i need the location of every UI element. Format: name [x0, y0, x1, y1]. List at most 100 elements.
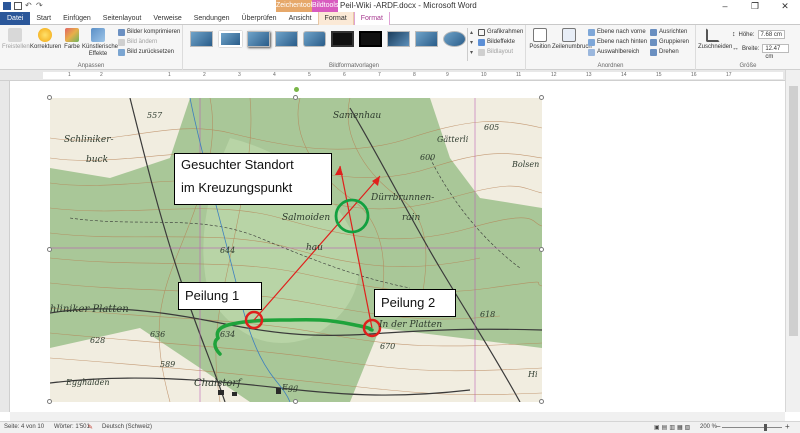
resize-handle-left[interactable]	[47, 247, 52, 252]
ruler-number: 16	[691, 72, 697, 78]
tab-references[interactable]: Verweise	[147, 12, 187, 25]
align-button[interactable]: Ausrichten	[650, 28, 687, 37]
close-button[interactable]: ✕	[770, 0, 800, 12]
picture-effects-button[interactable]: Bildeffekte	[478, 38, 515, 47]
tab-format-drawing[interactable]: Format	[317, 12, 354, 25]
crop-button[interactable]: Zuschneiden	[698, 28, 732, 51]
language-indicator[interactable]: Deutsch (Schweiz)	[102, 424, 152, 430]
send-backward-button[interactable]: Ebene nach hinten	[588, 38, 647, 47]
map-label: Hi	[528, 370, 538, 379]
map-label: buck	[86, 155, 109, 165]
picture-border-button[interactable]: Grafikrahmen	[478, 28, 523, 37]
map-label: rain	[402, 213, 421, 223]
width-input[interactable]: 12.47 cm	[762, 44, 790, 60]
picture-style-6[interactable]	[331, 31, 354, 47]
redo-icon[interactable]: ↷	[36, 2, 44, 10]
save-icon[interactable]	[14, 2, 22, 10]
ruler-number: 11	[516, 72, 522, 78]
align-icon	[650, 29, 657, 36]
picture-style-4[interactable]	[275, 31, 298, 47]
change-picture-icon	[118, 39, 125, 46]
map-label: Egg	[282, 383, 299, 392]
zoom-out-button[interactable]: −	[716, 422, 721, 431]
group-arrange: Position Zeilenumbruch Ebene nach vorne …	[526, 25, 696, 70]
picture-style-9[interactable]	[415, 31, 438, 47]
height-icon: ↕	[732, 31, 736, 38]
resize-handle-right[interactable]	[539, 247, 544, 252]
word-count[interactable]: Wörter: 1'501	[54, 424, 90, 430]
context-header-drawing-tools: Zeichentools	[276, 0, 316, 12]
callout-bearing-2[interactable]: Peilung 2	[374, 289, 456, 317]
compress-pictures-button[interactable]: Bilder komprimieren	[118, 28, 180, 37]
tab-view[interactable]: Ansicht	[283, 12, 318, 25]
view-buttons[interactable]: ▣▤▥▦▧	[654, 424, 692, 431]
zoom-level[interactable]: 200 %	[700, 424, 717, 430]
map-picture[interactable]: Samenhau Gätterli Schliniker- buck Dürrb…	[50, 98, 542, 402]
picture-style-3[interactable]	[247, 31, 270, 47]
picture-style-7[interactable]	[359, 31, 382, 47]
styles-gallery-scroll[interactable]: ▴ ▾ ▾	[467, 28, 475, 61]
picture-style-2[interactable]	[219, 31, 242, 47]
undo-icon[interactable]: ↶	[25, 2, 33, 10]
ruler-number: 13	[586, 72, 592, 78]
text-wrap-button[interactable]: Zeilenumbruch	[552, 28, 592, 51]
picture-style-10[interactable]	[443, 31, 466, 47]
tab-start[interactable]: Start	[30, 12, 57, 25]
proofing-icon[interactable]: ✎	[88, 424, 93, 431]
ruler-number: 3	[238, 72, 241, 78]
resize-handle-bottom[interactable]	[293, 399, 298, 404]
maximize-button[interactable]: ❐	[740, 0, 770, 12]
page-count[interactable]: Seite: 4 von 10	[4, 424, 44, 430]
tab-insert[interactable]: Einfügen	[57, 12, 97, 25]
tab-file[interactable]: Datei	[0, 12, 31, 25]
rotate-button[interactable]: Drehen	[650, 48, 679, 57]
reset-picture-icon	[118, 49, 125, 56]
resize-handle-top-left[interactable]	[47, 95, 52, 100]
map-number: 644	[220, 246, 236, 255]
rotate-icon	[650, 49, 657, 56]
horizontal-scrollbar[interactable]	[10, 412, 785, 421]
tab-format-picture[interactable]: Format	[353, 12, 390, 25]
picture-style-5[interactable]	[303, 31, 326, 47]
picture-layout-button[interactable]: Bildlayout	[478, 48, 513, 57]
rotation-handle[interactable]	[294, 87, 299, 92]
resize-handle-bottom-right[interactable]	[539, 399, 544, 404]
height-input[interactable]: 7.68 cm	[757, 30, 785, 39]
callout-bearing-1[interactable]: Peilung 1	[178, 282, 262, 310]
zoom-slider-knob[interactable]	[764, 424, 767, 431]
position-button[interactable]: Position	[529, 28, 551, 51]
picture-style-1[interactable]	[190, 31, 213, 47]
vertical-scrollbar[interactable]	[785, 70, 800, 412]
vertical-scrollbar-thumb[interactable]	[789, 86, 798, 336]
resize-handle-bottom-left[interactable]	[47, 399, 52, 404]
corrections-icon	[38, 28, 52, 42]
change-picture-button[interactable]: Bild ändern	[118, 38, 157, 47]
ruler-number: 6	[343, 72, 346, 78]
bring-forward-button[interactable]: Ebene nach vorne	[588, 28, 646, 37]
zoom-in-button[interactable]: +	[785, 422, 790, 431]
horizontal-ruler[interactable]: 1 2 1 2 3 4 5 6 7 8 9 10 11 12 13 14 15 …	[0, 70, 800, 81]
document-area[interactable]: Samenhau Gätterli Schliniker- buck Dürrb…	[10, 81, 785, 412]
reset-picture-button[interactable]: Bild zurücksetzen	[118, 48, 174, 57]
selection-pane-button[interactable]: Auswahlbereich	[588, 48, 639, 57]
callout-target-location[interactable]: Gesuchter Standort im Kreuzungspunkt	[174, 153, 332, 205]
ruler-number: 7	[378, 72, 381, 78]
picture-style-8[interactable]	[387, 31, 410, 47]
group-button[interactable]: Gruppieren	[650, 38, 689, 47]
tab-mailings[interactable]: Sendungen	[188, 12, 236, 25]
artistic-effects-button[interactable]: Künstlerische Effekte	[82, 28, 118, 58]
map-label: hau	[306, 243, 323, 253]
tab-page-layout[interactable]: Seitenlayout	[97, 12, 148, 25]
color-button[interactable]: Farbe	[62, 28, 82, 51]
remove-background-button[interactable]: Freistellen	[2, 28, 30, 51]
resize-handle-top[interactable]	[293, 95, 298, 100]
tab-review[interactable]: Überprüfen	[236, 12, 283, 25]
resize-handle-top-right[interactable]	[539, 95, 544, 100]
map-number: 557	[147, 111, 163, 120]
vertical-ruler[interactable]	[0, 81, 10, 412]
corrections-button[interactable]: Korrekturen	[30, 28, 61, 51]
zoom-slider-track[interactable]	[722, 427, 782, 428]
minimize-button[interactable]: –	[710, 0, 740, 12]
group-icon	[650, 39, 657, 46]
width-field: ↔ Breite: 12.47 cm	[732, 44, 790, 60]
